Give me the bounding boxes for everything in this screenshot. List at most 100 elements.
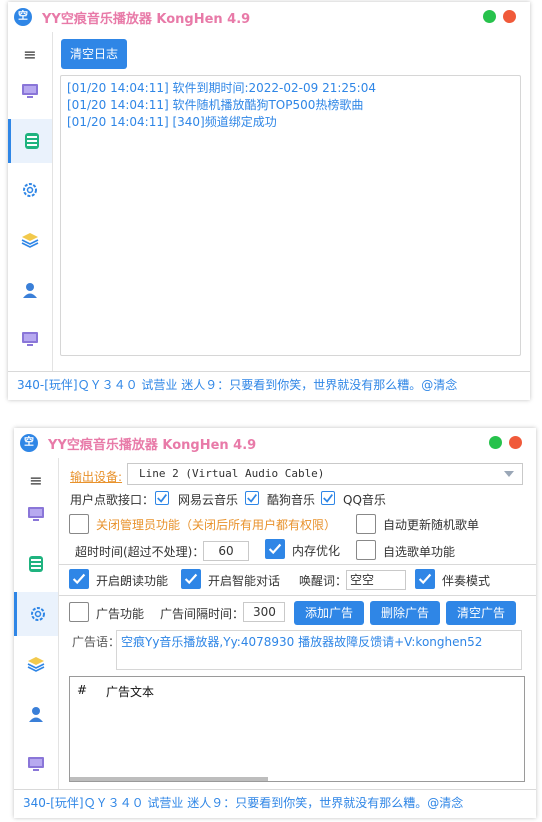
output-device-value: Line 2 (Virtual Audio Cable): [139, 467, 325, 480]
sidebar: ≡: [8, 32, 53, 372]
kugou-checkbox[interactable]: [245, 491, 259, 505]
clear-log-button[interactable]: 清空日志: [61, 39, 127, 69]
title-bar[interactable]: 空 YY空痕音乐播放器 KongHen 4.9: [8, 2, 530, 32]
settings-panel: 输出设备: Line 2 (Virtual Audio Cable) 用户点歌接…: [59, 458, 536, 790]
maximize-button[interactable]: [489, 436, 502, 449]
song-api-label: 用户点歌接口：: [70, 493, 155, 507]
log-window: 空 YY空痕音乐播放器 KongHen 4.9 ≡ 清空日志 [01/20 14…: [8, 2, 530, 400]
close-admin-label: 关闭管理员功能（关闭后所有用户都有权限）: [96, 518, 337, 532]
qq-music-label: QQ音乐: [343, 493, 386, 507]
add-ad-button[interactable]: 添加广告: [294, 601, 364, 625]
wake-word-label: 唤醒词：: [299, 574, 348, 588]
check-icon: [323, 494, 333, 503]
sidebar-item-layers[interactable]: [8, 218, 52, 262]
log-line: [01/20 14:04:11] [340]频道绑定成功: [67, 115, 277, 129]
monitor-icon: [22, 84, 38, 98]
monitor-icon: [22, 332, 38, 346]
monitor-icon: [28, 507, 44, 521]
sidebar-item-settings[interactable]: [8, 168, 52, 212]
sidebar-item-users[interactable]: [8, 268, 52, 312]
log-list[interactable]: [01/20 14:04:11] 软件到期时间:2022-02-09 21:25…: [60, 75, 521, 356]
app-logo-icon: 空: [20, 434, 38, 452]
close-admin-checkbox[interactable]: [69, 514, 89, 534]
ad-text-label: 广告语：: [72, 635, 121, 649]
sidebar-item-log[interactable]: [8, 119, 52, 163]
netease-label: 网易云音乐: [178, 493, 239, 507]
app-logo-icon: 空: [14, 8, 32, 26]
layers-icon: [21, 233, 39, 248]
read-aloud-checkbox[interactable]: [69, 569, 89, 589]
qq-music-checkbox[interactable]: [321, 491, 335, 505]
clear-ad-button[interactable]: 清空广告: [446, 601, 516, 625]
ad-interval-label: 广告间隔时间：: [160, 607, 245, 621]
user-icon: [29, 707, 43, 722]
log-line: [01/20 14:04:11] 软件到期时间:2022-02-09 21:25…: [67, 81, 376, 95]
divider: [59, 595, 536, 596]
database-icon: [24, 133, 39, 149]
menu-icon: ≡: [29, 470, 43, 490]
close-button[interactable]: [503, 10, 516, 23]
log-line: [01/20 14:04:11] 软件随机播放酷狗TOP500热榜歌曲: [67, 98, 364, 112]
divider: [59, 564, 536, 565]
menu-icon: ≡: [23, 44, 37, 64]
auto-update-checkbox[interactable]: [356, 514, 376, 534]
kugou-label: 酷狗音乐: [267, 493, 316, 507]
auto-update-label: 自动更新随机歌单: [383, 518, 480, 532]
memory-opt-label: 内存优化: [292, 544, 341, 558]
app-title: YY空痕音乐播放器 KongHen 4.9: [48, 438, 257, 453]
accompany-checkbox[interactable]: [415, 569, 435, 589]
self-pick-checkbox[interactable]: [356, 540, 376, 560]
user-icon: [23, 283, 37, 298]
delete-ad-button[interactable]: 删除广告: [370, 601, 440, 625]
wake-word-input[interactable]: 空空: [346, 570, 406, 590]
gear-icon: [30, 607, 45, 621]
check-icon: [157, 494, 167, 503]
log-panel: 清空日志 [01/20 14:04:11] 软件到期时间:2022-02-09 …: [53, 32, 530, 372]
output-device-label: 输出设备:: [70, 470, 123, 484]
maximize-button[interactable]: [483, 10, 496, 23]
check-icon: [418, 573, 432, 585]
sidebar-item-layers[interactable]: [14, 642, 58, 686]
table-header-ad-text: 广告文本: [106, 685, 155, 699]
table-header-index: #: [77, 683, 88, 697]
check-icon: [184, 573, 198, 585]
status-bar: 340-[玩伴]ＱＹ３４０ 试营业 迷人９：只要看到你笑，世界就没有那么糟。@清…: [8, 371, 530, 400]
ad-table[interactable]: # 广告文本: [69, 676, 525, 782]
settings-window: 空 YY空痕音乐播放器 KongHen 4.9 ≡ 输出设备: Line 2 (…: [14, 428, 536, 818]
sidebar-item-player[interactable]: [8, 69, 52, 113]
chevron-down-icon: [504, 471, 514, 477]
gear-icon: [23, 183, 37, 197]
check-icon: [72, 573, 86, 585]
netease-checkbox[interactable]: [155, 491, 169, 505]
sidebar-item-monitor[interactable]: [8, 317, 52, 361]
smart-chat-label: 开启智能对话: [208, 574, 281, 588]
sidebar: ≡: [14, 458, 59, 790]
ad-interval-input[interactable]: 300: [243, 602, 285, 622]
layers-icon: [27, 657, 45, 672]
sidebar-item-monitor[interactable]: [14, 742, 58, 786]
ad-text-input[interactable]: 空痕Yy音乐播放器,Yy:4078930 播放器故障反馈请+V:konghen5…: [116, 630, 522, 670]
sidebar-item-users[interactable]: [14, 692, 58, 736]
ad-feature-checkbox[interactable]: [69, 602, 89, 622]
ad-feature-label: 广告功能: [96, 607, 145, 621]
app-title: YY空痕音乐播放器 KongHen 4.9: [42, 12, 251, 27]
accompany-label: 伴奏模式: [442, 574, 491, 588]
monitor-icon: [28, 757, 44, 771]
sidebar-item-player[interactable]: [14, 492, 58, 536]
memory-opt-checkbox[interactable]: [265, 539, 285, 559]
check-icon: [268, 543, 282, 555]
sidebar-item-log[interactable]: [14, 542, 58, 586]
timeout-input[interactable]: 60: [203, 541, 249, 561]
check-icon: [247, 494, 257, 503]
status-bar: 340-[玩伴]ＱＹ３４０ 试营业 迷人９：只要看到你笑，世界就没有那么糟。@清…: [14, 789, 536, 818]
self-pick-label: 自选歌单功能: [383, 545, 456, 559]
output-device-select[interactable]: Line 2 (Virtual Audio Cable): [127, 463, 523, 485]
read-aloud-label: 开启朗读功能: [96, 574, 169, 588]
sidebar-item-settings[interactable]: [14, 592, 58, 636]
title-bar[interactable]: 空 YY空痕音乐播放器 KongHen 4.9: [14, 428, 536, 458]
horizontal-scrollbar[interactable]: [70, 777, 268, 781]
smart-chat-checkbox[interactable]: [181, 569, 201, 589]
close-button[interactable]: [509, 436, 522, 449]
database-icon: [29, 556, 43, 572]
timeout-label: 超时时间(超过不处理)：: [75, 545, 205, 559]
